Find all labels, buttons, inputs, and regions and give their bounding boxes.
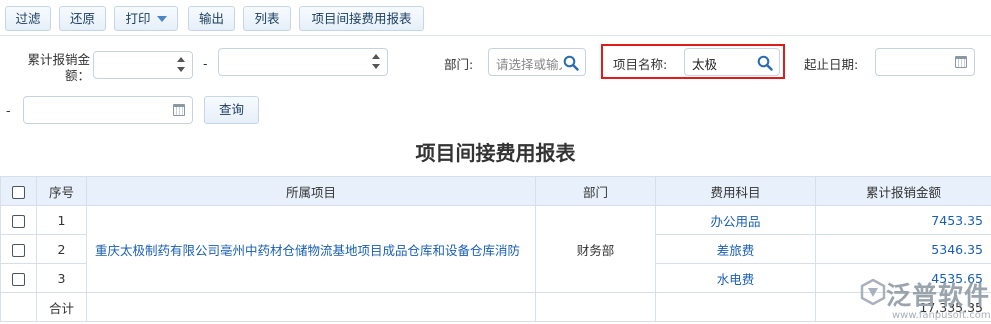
row-checkbox[interactable] [12,214,25,228]
brand-name: 泛普软件 [886,281,991,310]
row-no: 2 [36,234,87,264]
table-total-row: 合计 17,335.35 [0,292,991,322]
amount-min-input[interactable] [93,51,193,79]
col-header-project: 所属项目 [86,176,536,206]
project-input[interactable]: 太极 [684,48,780,76]
dept-label: 部门: [444,57,474,72]
print-label: 打印 [125,11,151,26]
brand-watermark: 泛普软件 www.fanpusoft.com [858,272,991,324]
row-no: 3 [36,263,87,293]
total-empty-cell [86,292,536,322]
print-button[interactable]: 打印 [114,6,178,31]
table-header-row: 序号 所属项目 部门 费用科目 累计报销金额 [0,176,991,206]
col-header-dept: 部门 [535,176,656,206]
caret-down-icon [156,15,167,22]
spinner-icon[interactable] [372,52,382,72]
total-empty-cell [0,292,37,322]
calendar-icon[interactable] [173,104,185,116]
amount-cell[interactable]: 7453.35 [815,205,991,235]
brand-logo-icon [860,278,886,306]
amount-label: 累计报销金额： [27,52,90,83]
query-button[interactable]: 查询 [204,96,259,124]
export-button[interactable]: 输出 [188,6,235,31]
spinner-icon[interactable] [177,55,187,75]
total-empty-cell [655,292,816,322]
list-button[interactable]: 列表 [243,6,291,31]
row-no: 1 [36,205,87,235]
subject-cell[interactable]: 差旅费 [655,234,816,264]
row-checkbox[interactable] [12,272,25,286]
brand-url: www.fanpusoft.com [892,310,991,321]
dept-placeholder: 请选择或输入 [496,57,562,72]
row-select-cell[interactable] [0,234,37,264]
calendar-icon[interactable] [955,56,967,68]
total-empty-cell [535,292,656,322]
reset-button[interactable]: 还原 [59,6,106,31]
report-title: 项目间接费用报表 [415,141,576,165]
dept-cell: 财务部 [535,205,656,293]
select-all-cell[interactable] [0,176,37,206]
subject-cell[interactable]: 办公用品 [655,205,816,235]
col-header-subject: 费用科目 [655,176,816,206]
date-label: 起止日期: [804,57,859,72]
project-label: 项目名称: [613,57,668,72]
subject-cell[interactable]: 水电费 [655,263,816,293]
filter-button[interactable]: 过滤 [5,6,51,31]
table-row: 1 重庆太极制药有限公司亳州中药材仓储物流基地项目成品仓库和设备仓库消防 财务部… [0,205,991,293]
date-start-input[interactable] [875,48,975,76]
toolbar: 过滤 还原 打印 输出 列表 项目间接费用报表 [0,0,991,36]
date-range-separator: - [6,103,11,118]
amount-max-input[interactable] [218,48,388,76]
search-icon[interactable] [563,55,579,71]
report-button[interactable]: 项目间接费用报表 [299,6,424,31]
col-header-no: 序号 [36,176,87,206]
row-select-cell[interactable] [0,263,37,293]
dept-input[interactable]: 请选择或输入 [488,48,586,76]
search-icon[interactable] [757,55,773,71]
amount-cell[interactable]: 5346.35 [815,234,991,264]
project-cell[interactable]: 重庆太极制药有限公司亳州中药材仓储物流基地项目成品仓库和设备仓库消防 [86,205,536,293]
col-header-amount: 累计报销金额 [815,176,991,206]
row-checkbox[interactable] [12,243,25,257]
amount-range-separator: - [203,56,208,71]
date-end-input[interactable] [23,96,193,124]
select-all-checkbox[interactable] [12,185,25,199]
row-select-cell[interactable] [0,205,37,235]
project-value: 太极 [692,57,718,72]
report-table: 序号 所属项目 部门 费用科目 累计报销金额 1 重庆太极制药有限公司亳州中药材… [0,176,991,322]
total-label: 合计 [36,292,87,322]
